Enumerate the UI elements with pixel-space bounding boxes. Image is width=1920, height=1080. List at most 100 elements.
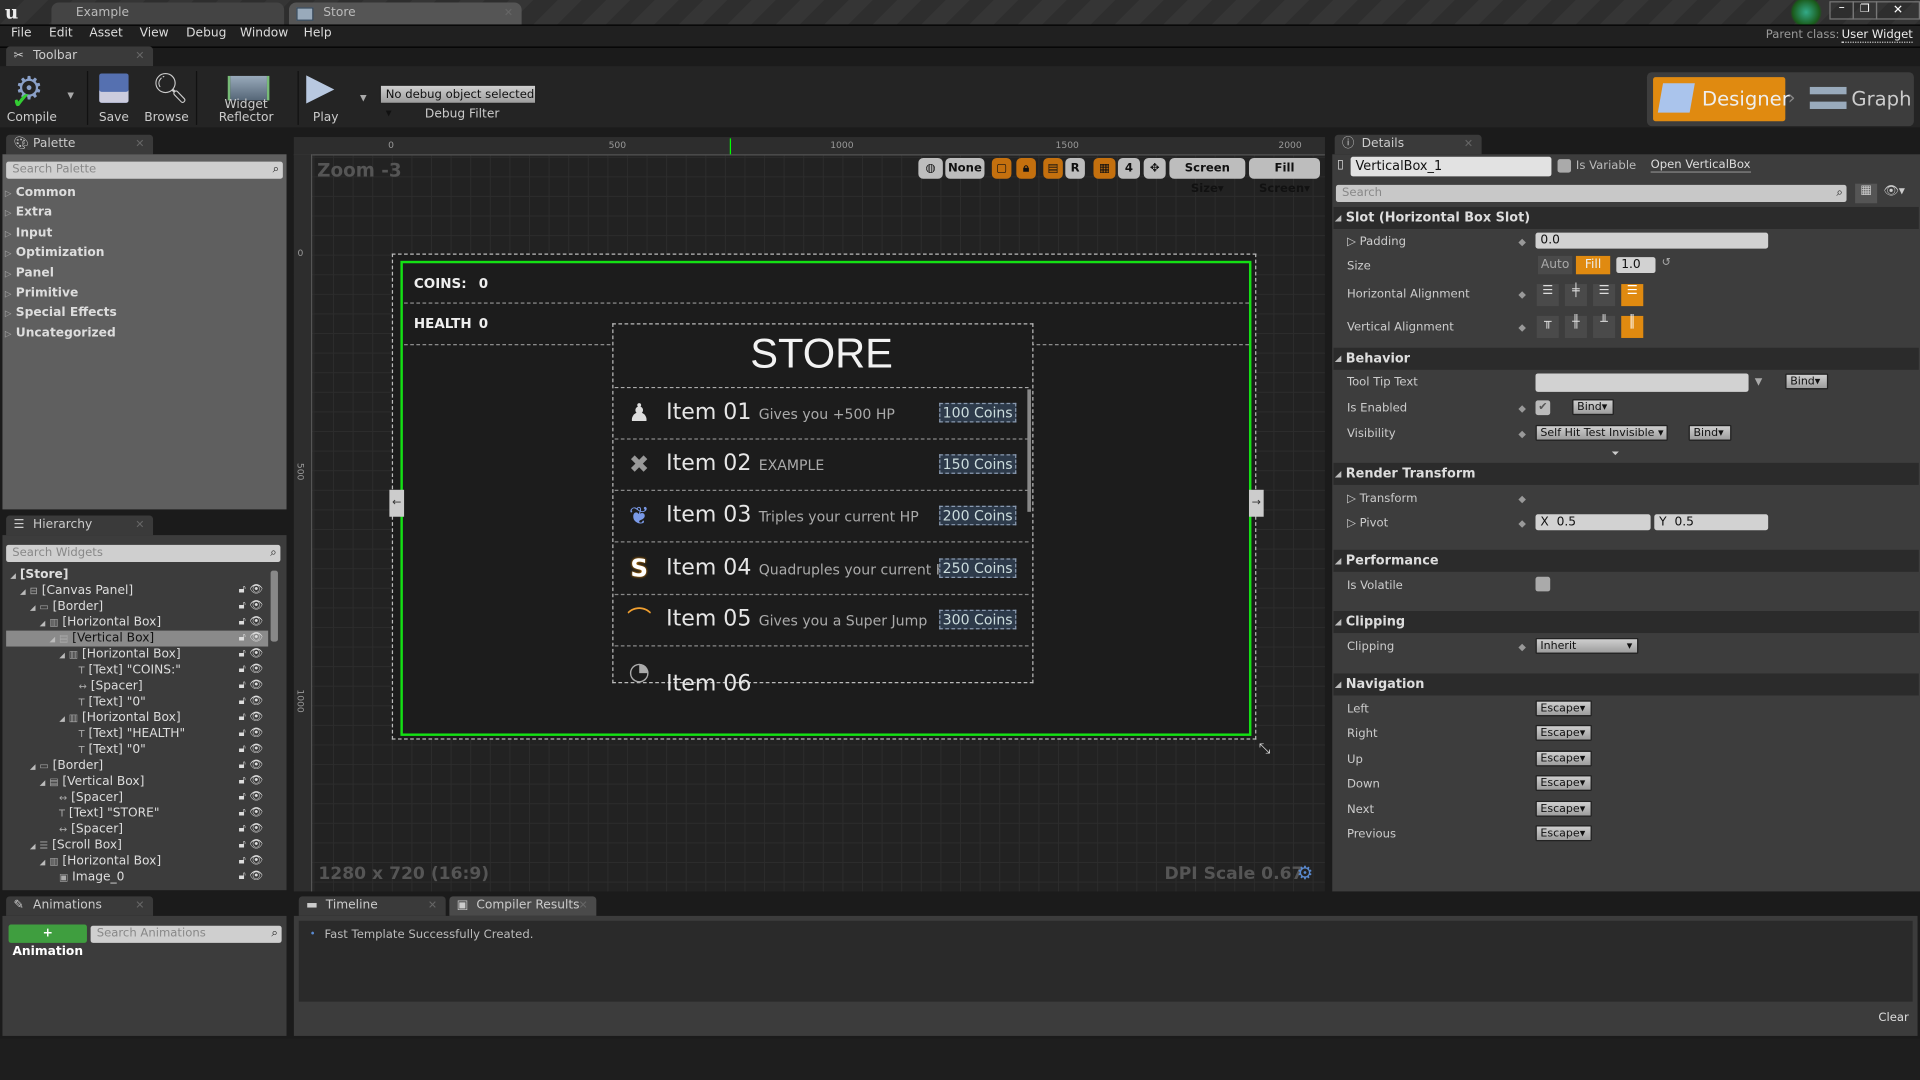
item-price-button[interactable]: 150 Coins	[938, 454, 1017, 475]
section-slot[interactable]: Slot (Horizontal Box Slot)	[1333, 206, 1919, 229]
compile-options-dropdown[interactable]: ▼	[67, 91, 74, 101]
tab-compiler-results[interactable]: ▣ Compiler Results ✕	[449, 896, 597, 916]
lock-icon[interactable]: 🔓︎	[239, 775, 246, 787]
hierarchy-scrollbar[interactable]	[270, 570, 278, 642]
eye-icon[interactable]: 👁︎	[249, 871, 263, 883]
widget-reflector-button[interactable]: Widget Reflector	[198, 69, 294, 128]
clipping-dropdown[interactable]: Inherit ▾	[1535, 637, 1639, 654]
reset-icon[interactable]: ↺	[1662, 257, 1671, 269]
hierarchy-item[interactable]: ◢ ▥ [Horizontal Box] 🔓︎ 👁︎	[6, 710, 268, 726]
browse-button[interactable]: 🔍︎ Browse	[142, 69, 191, 128]
hierarchy-item[interactable]: ◢ [Store]	[6, 567, 268, 583]
hierarchy-item[interactable]: ◢ ▥ [Horizontal Box] 🔓︎ 👁︎	[6, 853, 268, 869]
nav-right-dropdown[interactable]: Escape▾	[1535, 725, 1592, 742]
palette-category[interactable]: ▷ Optimization	[5, 246, 105, 259]
screen-size-dropdown[interactable]: Screen Size▾	[1169, 157, 1246, 196]
section-render-transform[interactable]: Render Transform	[1333, 462, 1919, 485]
store-item-row[interactable]: ❦ Item 03 Triples your current HP 200 Coins	[614, 491, 1029, 543]
close-icon[interactable]: ✕	[504, 2, 513, 24]
widget-name-input[interactable]: VerticalBox_1	[1350, 156, 1552, 177]
lock-icon[interactable]: 🔓︎	[239, 616, 246, 628]
hierarchy-item[interactable]: ◢ ▭ [Border] 🔓︎ 👁︎	[6, 758, 268, 774]
dpi-settings-gear-icon[interactable]: ⚙	[1297, 862, 1313, 884]
bind-diamond-icon[interactable]: ◆	[1518, 493, 1526, 504]
lock-icon[interactable]: 🔓︎	[239, 823, 246, 835]
lock-icon[interactable]: 🔓︎	[239, 696, 246, 708]
hierarchy-item[interactable]: T [Text] "STORE" 🔓︎ 👁︎	[6, 806, 268, 822]
eye-icon[interactable]: 👁︎	[249, 855, 263, 867]
eye-icon[interactable]: 👁︎	[249, 807, 263, 819]
eye-icon[interactable]: 👁︎	[249, 727, 263, 739]
close-icon[interactable]: ✕	[135, 47, 144, 67]
hierarchy-item[interactable]: ◢ ▤ [Vertical Box] 🔓︎ 👁︎	[6, 630, 269, 647]
section-clipping[interactable]: Clipping	[1333, 611, 1919, 634]
resize-handle-right[interactable]: →	[1248, 489, 1264, 517]
nav-left-dropdown[interactable]: Escape▾	[1535, 700, 1592, 717]
hierarchy-item[interactable]: T [Text] "HEALTH" 🔓︎ 👁︎	[6, 726, 268, 742]
eye-icon[interactable]: 👁︎	[249, 584, 263, 596]
open-verticalbox-link[interactable]: Open VerticalBox	[1650, 158, 1751, 173]
halign-fill-button[interactable]: ☰	[1621, 284, 1644, 307]
menu-help[interactable]: Help	[304, 27, 332, 40]
animations-search-input[interactable]: Search Animations ⌕	[90, 925, 282, 943]
size-fill-button[interactable]: Fill	[1575, 255, 1611, 275]
eye-icon[interactable]: 👁︎	[249, 696, 263, 708]
resize-handle-left[interactable]: ←	[389, 489, 405, 517]
hierarchy-item[interactable]: ◢ ▤ [Vertical Box] 🔓︎ 👁︎	[6, 774, 268, 790]
lock-icon[interactable]: 🔓︎	[239, 855, 246, 867]
hierarchy-item[interactable]: ◢ ▭ [Border] 🔓︎ 👁︎	[6, 599, 268, 615]
padding-input[interactable]: 0.0	[1535, 232, 1769, 249]
world-space-toggle[interactable]: ◍	[918, 157, 943, 179]
eye-icon[interactable]: 👁︎	[249, 680, 263, 692]
graph-mode-button[interactable]: Graph	[1805, 77, 1912, 121]
store-item-row[interactable]: ♟ Item 01 Gives you +500 HP 100 Coins	[614, 388, 1029, 440]
eye-icon[interactable]: 👁︎	[249, 823, 263, 835]
tab-palette[interactable]: 🎨︎ Palette ✕	[6, 134, 154, 155]
details-search-input[interactable]: Search ⌕	[1335, 184, 1847, 203]
palette-category[interactable]: ▷ Panel	[5, 266, 54, 279]
property-matrix-button[interactable]: ▦	[1855, 183, 1878, 204]
halign-left-button[interactable]: ☰	[1536, 284, 1559, 307]
eye-icon[interactable]: 👁︎	[249, 743, 263, 755]
restore-button[interactable]: ❐	[1852, 1, 1878, 20]
eye-icon[interactable]: 👁︎	[249, 600, 263, 612]
hierarchy-item[interactable]: ◢ ⊟ [Canvas Panel] 🔓︎ 👁︎	[6, 583, 268, 599]
size-auto-button[interactable]: Auto	[1537, 255, 1573, 275]
debug-object-select[interactable]: No debug object selected ▾	[379, 84, 537, 120]
item-price-button[interactable]: 200 Coins	[938, 506, 1017, 526]
close-icon[interactable]: ✕	[428, 896, 437, 916]
close-icon[interactable]: ✕	[135, 516, 144, 536]
clear-button[interactable]: Clear	[1878, 1011, 1908, 1024]
bind-diamond-icon[interactable]: ◆	[1518, 289, 1526, 300]
save-button[interactable]: Save	[93, 69, 135, 128]
pivot-y-input[interactable]: Y 0.5	[1654, 514, 1769, 531]
resize-corner-icon[interactable]: ⤡	[1259, 740, 1271, 758]
close-icon[interactable]: ✕	[135, 135, 144, 155]
palette-category[interactable]: ▷ Common	[5, 186, 76, 199]
bind-diamond-icon[interactable]: ◆	[1518, 518, 1526, 529]
hierarchy-item[interactable]: ▣ Image_0 🔓︎ 👁︎	[6, 869, 268, 885]
valign-top-button[interactable]: ╥	[1536, 315, 1559, 338]
close-icon[interactable]: ✕	[1464, 135, 1473, 155]
hierarchy-item[interactable]: ◢ ☰ [Scroll Box] 🔓︎ 👁︎	[6, 838, 268, 854]
size-fill-value[interactable]: 1.0	[1616, 257, 1656, 274]
lock-icon[interactable]: 🔓︎	[239, 839, 246, 851]
palette-category[interactable]: ▷ Extra	[5, 206, 52, 219]
advanced-expand-icon[interactable]: ⏷	[1611, 448, 1619, 460]
lock-icon[interactable]: 🔓︎	[239, 807, 246, 819]
eye-icon[interactable]: 👁︎	[249, 759, 263, 771]
section-navigation[interactable]: Navigation	[1333, 673, 1919, 696]
tooltip-options-dropdown[interactable]: ▼	[1755, 376, 1763, 387]
view-options-eye-icon[interactable]: 👁︎▾	[1883, 185, 1905, 198]
doc-tab-example[interactable]: Example	[51, 2, 285, 25]
bind-diamond-icon[interactable]: ◆	[1518, 429, 1526, 440]
eye-icon[interactable]: 👁︎	[249, 616, 263, 628]
store-item-row[interactable]: ◔ Item 06	[615, 647, 1029, 693]
section-behavior[interactable]: Behavior	[1333, 347, 1919, 370]
item-price-button[interactable]: 300 Coins	[938, 609, 1017, 630]
is-volatile-checkbox[interactable]	[1535, 576, 1551, 592]
fill-screen-dropdown[interactable]: Fill Screen▾	[1248, 157, 1321, 196]
tooltip-input[interactable]	[1535, 373, 1749, 392]
menu-view[interactable]: View	[140, 27, 169, 40]
eye-icon[interactable]: 👁︎	[249, 775, 263, 787]
